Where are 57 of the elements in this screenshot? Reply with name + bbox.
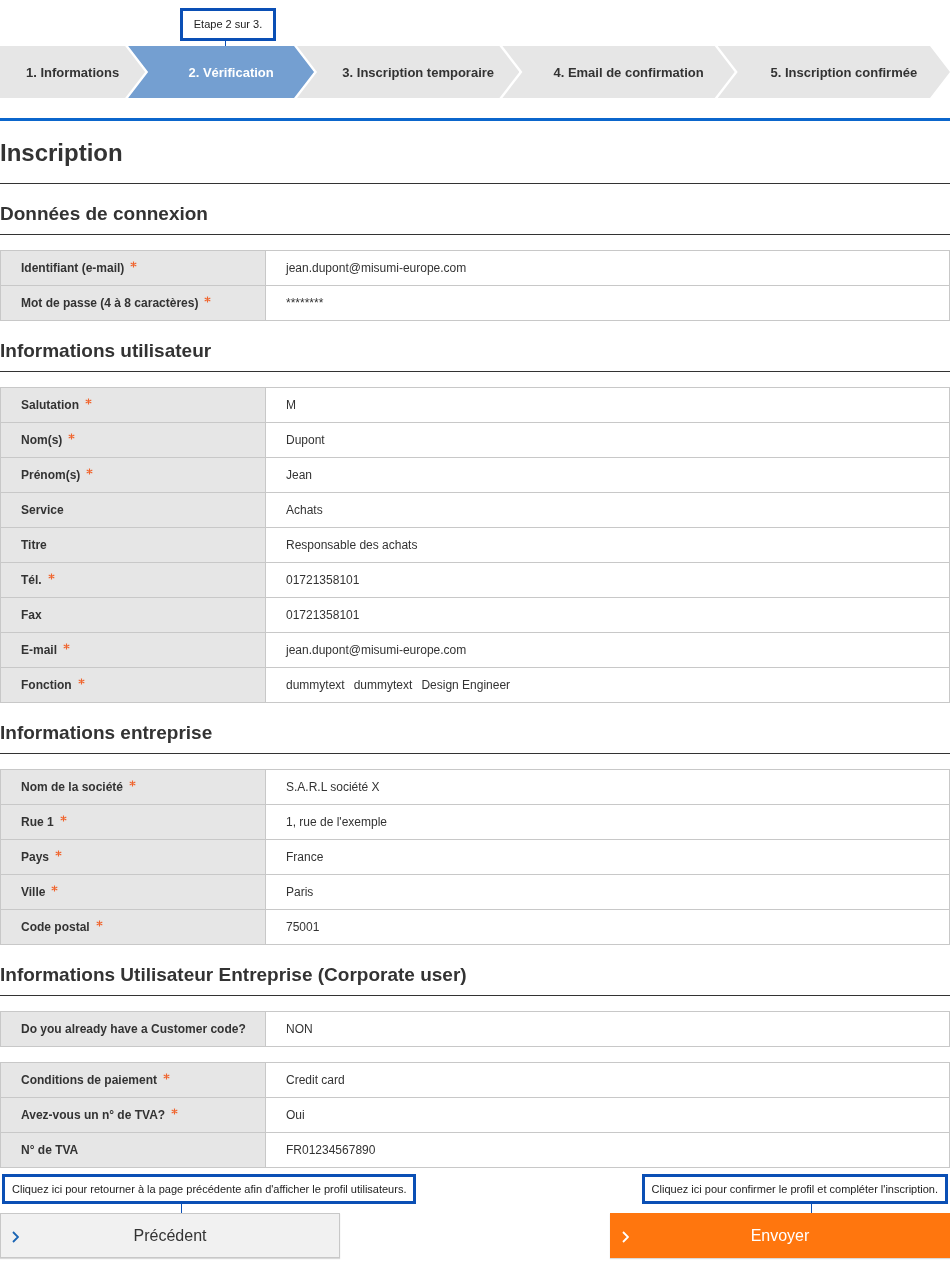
field-label: Nom de la société (21, 780, 124, 794)
field-label: Do you already have a Customer code? (21, 1022, 246, 1036)
field-value: FR01234567890 (286, 1143, 376, 1157)
field-label: Salutation (21, 398, 79, 412)
back-button[interactable]: Précédent (0, 1213, 340, 1258)
field-value: Achats (286, 503, 323, 517)
field-label: Tél. (21, 573, 42, 587)
field-value: M (286, 398, 296, 412)
chevron-icon (11, 1231, 19, 1243)
field-value: jean.dupont@misumi-europe.com (286, 261, 467, 275)
field-value: S.A.R.L société X (286, 780, 380, 794)
field-value: Jean (286, 468, 313, 482)
field-label: Pays (21, 850, 50, 864)
field-label: Mot de passe (4 à 8 caractères) (21, 296, 199, 310)
field-value: Credit card (286, 1073, 345, 1087)
field-value: 75001 (286, 920, 320, 934)
field-value: NON (286, 1022, 313, 1036)
step-tooltip: Etape 2 sur 3. (180, 8, 276, 41)
progress-step: 2. Vérification (128, 46, 314, 98)
field-label: Prénom(s) (21, 468, 81, 482)
field-value: ******** (286, 296, 324, 310)
section-heading: Informations Utilisateur Entreprise (Corporate user) (0, 945, 950, 996)
chevron-icon (621, 1231, 629, 1243)
progress-step: 3. Inscription temporaire (297, 46, 520, 98)
field-value: Design Engineer (421, 678, 511, 692)
field-label: Service (21, 503, 64, 517)
field-value: jean.dupont@misumi-europe.com (286, 643, 467, 657)
field-value: 1, rue de l'exemple (286, 815, 387, 829)
progress-step: 4. Email de confirmation (502, 46, 735, 98)
field-label: Rue 1 (21, 815, 54, 829)
field-label: Identifiant (e-mail) (21, 261, 125, 275)
field-value: 01721358101 (286, 573, 360, 587)
field-value: 01721358101 (286, 608, 360, 622)
field-label: Fonction (21, 678, 72, 692)
field-label: Code postal (21, 920, 90, 934)
field-label: E-mail (21, 643, 57, 657)
field-value: France (286, 850, 324, 864)
section-heading: Informations utilisateur (0, 321, 950, 372)
field-value: dummytext (286, 678, 345, 692)
field-value: Dupont (286, 433, 325, 447)
field-label: Titre (21, 538, 47, 552)
field-value: dummytext (353, 678, 413, 692)
field-label: Avez-vous un n° de TVA? (21, 1108, 166, 1122)
field-label: Fax (21, 608, 42, 622)
back-tooltip: Cliquez ici pour retourner à la page précédente afin d'afficher le profil utilisateurs. (2, 1174, 417, 1204)
field-label: Nom(s) (21, 433, 63, 447)
field-label: Ville (21, 885, 46, 899)
section-heading: Informations entreprise (0, 703, 950, 754)
field-label: Conditions de paiement (21, 1073, 157, 1087)
page-title: Inscription (0, 139, 950, 184)
section-heading: Données de connexion (0, 184, 950, 235)
submit-tooltip: Cliquez ici pour confirmer le profil et compléter l'inscription. (641, 1174, 948, 1204)
field-value: Oui (286, 1108, 305, 1122)
field-label: N° de TVA (21, 1143, 79, 1157)
progress-step: 5. Inscription confirmée (717, 46, 950, 98)
field-value: Responsable des achats (286, 538, 418, 552)
field-value: Paris (286, 885, 314, 899)
